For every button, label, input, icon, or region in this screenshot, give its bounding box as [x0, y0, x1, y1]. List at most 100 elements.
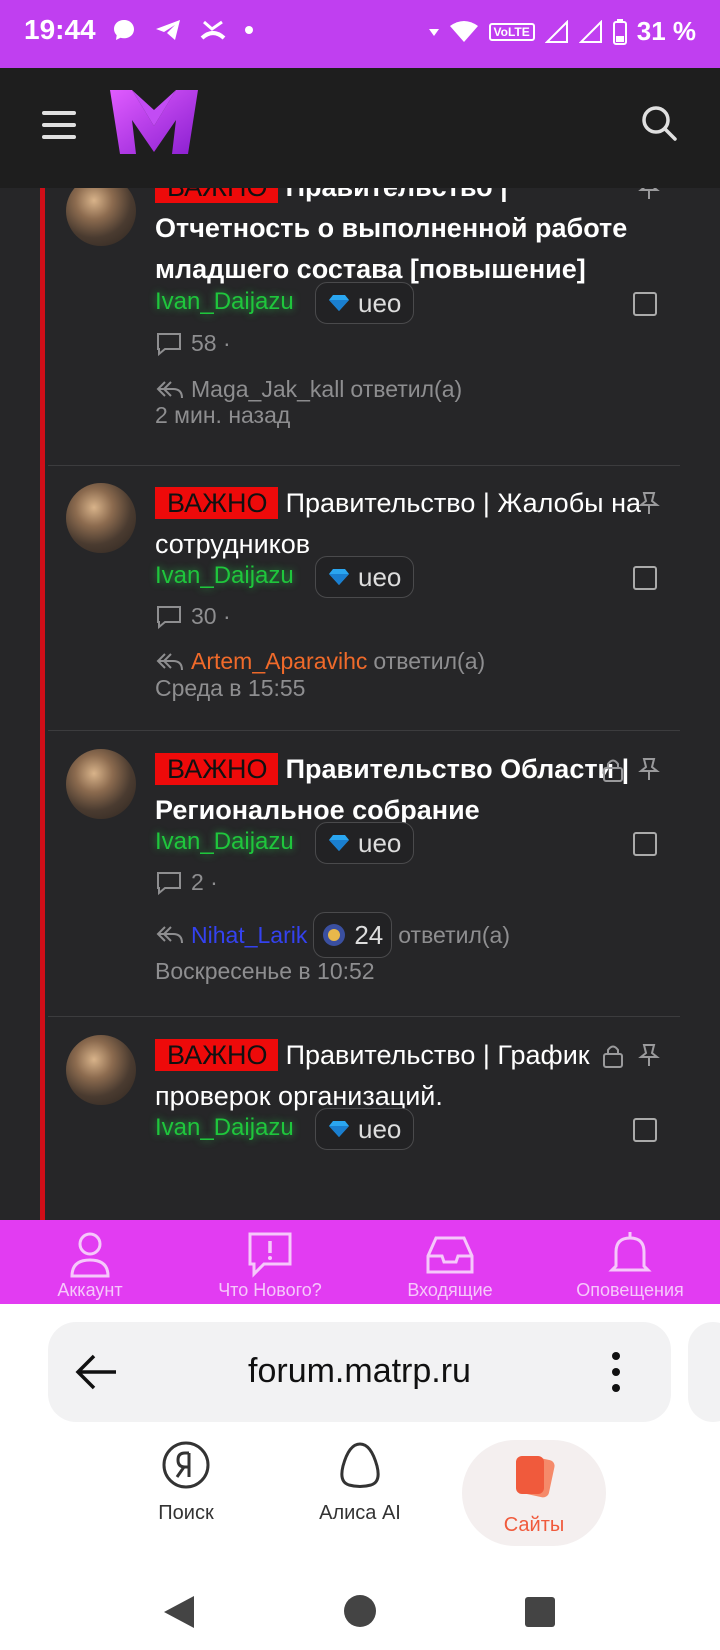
- reply-count: 2 ·: [155, 869, 218, 896]
- bell-icon: [608, 1232, 652, 1272]
- avatar[interactable]: [66, 483, 136, 553]
- thread-item[interactable]: ВАЖНОПравительство | Отчетность о выполн…: [48, 188, 680, 466]
- reply-arrow-icon: [156, 926, 183, 944]
- search-icon[interactable]: [640, 104, 678, 142]
- chat-bubble-icon: [114, 20, 134, 40]
- thread-title[interactable]: ВАЖНО Правительство Области | Регионально…: [155, 749, 655, 831]
- reply-arrow-icon: [156, 380, 183, 398]
- avatar[interactable]: [66, 749, 136, 819]
- volte-indicator: VoLTE: [488, 22, 535, 41]
- yandex-search-icon: [162, 1441, 210, 1489]
- select-checkbox[interactable]: [633, 292, 657, 316]
- wifi-icon: [449, 20, 478, 42]
- reply-count: 58 ·: [155, 330, 231, 357]
- nav-alerts[interactable]: Оповещения: [540, 1220, 720, 1304]
- status-bar: 19:44 VoLTE 31 %: [0, 0, 720, 68]
- thread-author[interactable]: Ivan_Daijazu: [155, 288, 294, 316]
- diamond-icon: [329, 569, 349, 585]
- user-chip: ueo: [315, 822, 415, 864]
- telegram-icon: [156, 20, 180, 40]
- tab-alice[interactable]: Алиса AI: [288, 1440, 432, 1546]
- clock: 19:44: [24, 14, 96, 45]
- thread-item[interactable]: ВАЖНО Правительство | График проверок орг…: [48, 1017, 680, 1220]
- system-back-icon[interactable]: [162, 1594, 196, 1630]
- important-badge: ВАЖНО: [155, 753, 278, 785]
- avatar[interactable]: [66, 188, 136, 246]
- diamond-icon: [329, 295, 349, 311]
- signal-2-icon: [578, 19, 602, 43]
- nav-account[interactable]: Аккаунт: [0, 1220, 180, 1304]
- more-menu-icon[interactable]: [610, 1352, 622, 1400]
- site-bottom-nav: Аккаунт Что Нового? Входящие Оповещения: [0, 1220, 720, 1304]
- thread-item[interactable]: ВАЖНО Правительство | Жалобы на сотрудник…: [48, 465, 680, 731]
- url-text[interactable]: forum.matrp.ru: [48, 1352, 671, 1391]
- user-icon: [70, 1232, 110, 1278]
- data-arrow-icon: [428, 28, 439, 36]
- select-checkbox[interactable]: [633, 832, 657, 856]
- address-bar[interactable]: forum.matrp.ru: [48, 1322, 671, 1422]
- tab-sites[interactable]: Сайты: [462, 1440, 606, 1546]
- thread-title[interactable]: ВАЖНОПравительство | Отчетность о выполн…: [155, 188, 655, 290]
- nav-inbox[interactable]: Входящие: [360, 1220, 540, 1304]
- whats-new-icon: [248, 1232, 292, 1278]
- thread-list: ВАЖНОПравительство | Отчетность о выполн…: [0, 188, 720, 1220]
- thread-author[interactable]: Ivan_Daijazu: [155, 828, 294, 856]
- reply-count: 30 ·: [155, 603, 231, 630]
- avatar[interactable]: [66, 1035, 136, 1105]
- browser-chrome: forum.matrp.ru Поиск Алиса AI Сайты: [0, 1304, 720, 1650]
- thread-author[interactable]: Ivan_Daijazu: [155, 1114, 294, 1142]
- last-poster[interactable]: Artem_Aparavihc: [191, 648, 367, 675]
- comment-icon: [157, 332, 181, 356]
- lock-icon: [603, 1045, 623, 1068]
- dot-icon: [245, 26, 253, 34]
- user-chip: ueo: [315, 556, 415, 598]
- comment-icon: [157, 871, 181, 895]
- site-logo[interactable]: [108, 86, 200, 158]
- next-tab-peek[interactable]: [688, 1322, 720, 1422]
- reply-arrow-icon: [156, 652, 183, 670]
- system-recents-icon[interactable]: [524, 1596, 556, 1628]
- last-reply-time[interactable]: 2 мин. назад: [155, 402, 290, 429]
- thread-item[interactable]: ВАЖНО Правительство Области | Регионально…: [48, 731, 680, 1017]
- tab-search[interactable]: Поиск: [114, 1440, 258, 1546]
- last-poster[interactable]: Nihat_Larik: [191, 922, 307, 949]
- sites-icon: [516, 1456, 555, 1498]
- lock-icon: [603, 759, 623, 782]
- system-home-icon[interactable]: [343, 1594, 377, 1628]
- battery-icon: [612, 18, 627, 45]
- last-poster[interactable]: Maga_Jak_kall: [191, 376, 344, 403]
- signal-icon: [544, 19, 568, 43]
- last-reply: Artem_Aparavihc ответил(а): [155, 648, 485, 675]
- thread-title[interactable]: ВАЖНО Правительство | Жалобы на сотрудник…: [155, 483, 655, 565]
- hamburger-icon[interactable]: [42, 111, 76, 139]
- user-chip: ueo: [315, 1108, 415, 1150]
- system-nav: [0, 1574, 720, 1650]
- pin-icon: [638, 492, 660, 514]
- site-header: [0, 68, 720, 188]
- thread-title[interactable]: ВАЖНО Правительство | График проверок орг…: [155, 1035, 655, 1117]
- missed-call-icon: [200, 20, 226, 40]
- nav-whats-new[interactable]: Что Нового?: [180, 1220, 360, 1304]
- important-badge: ВАЖНО: [155, 487, 278, 519]
- diamond-icon: [329, 1121, 349, 1137]
- emblem-icon: [323, 924, 346, 946]
- pin-icon: [638, 758, 660, 780]
- last-reply-time[interactable]: Воскресенье в 10:52: [155, 958, 375, 985]
- battery-level: 31 %: [636, 16, 696, 46]
- important-badge: ВАЖНО: [155, 1039, 278, 1071]
- inbox-icon: [426, 1236, 474, 1274]
- alice-icon: [340, 1442, 380, 1488]
- last-reply: Maga_Jak_kall ответил(а): [155, 376, 462, 403]
- select-checkbox[interactable]: [633, 566, 657, 590]
- comment-icon: [157, 605, 181, 629]
- pin-icon: [638, 188, 660, 199]
- select-checkbox[interactable]: [633, 1118, 657, 1142]
- last-reply: Nihat_Larik 24 ответил(а): [155, 912, 510, 958]
- last-reply-time[interactable]: Среда в 15:55: [155, 675, 305, 702]
- important-badge: ВАЖНО: [155, 188, 278, 203]
- user-chip: 24: [313, 912, 393, 958]
- thread-author[interactable]: Ivan_Daijazu: [155, 562, 294, 590]
- sticky-indicator: [40, 188, 45, 1220]
- diamond-icon: [329, 835, 349, 851]
- pin-icon: [638, 1044, 660, 1066]
